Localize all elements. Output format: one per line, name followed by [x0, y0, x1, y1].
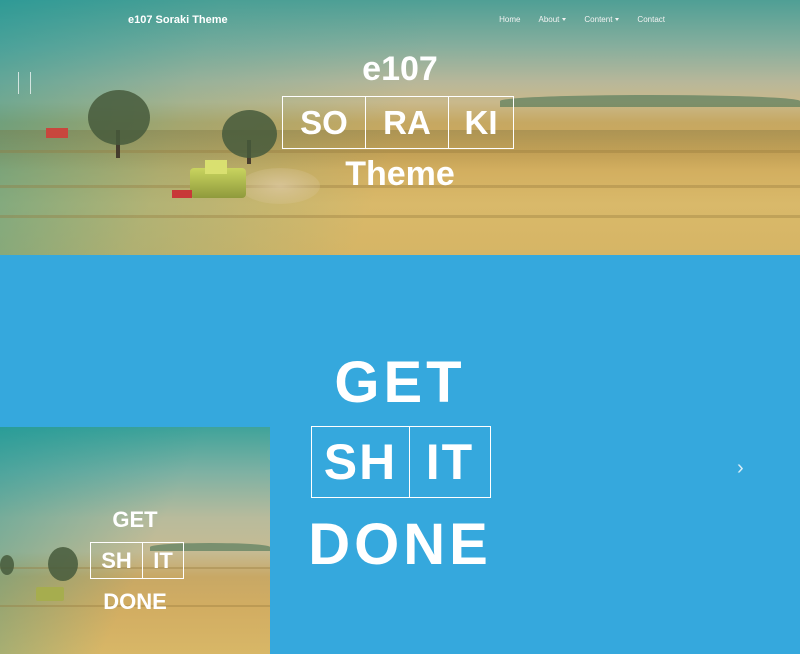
hero-box-1: SO [300, 103, 348, 141]
hero-title-bottom: Theme [345, 155, 455, 193]
thumbnail-box-2: IT [153, 547, 173, 573]
nav-item-label: Content [584, 15, 613, 24]
hero-red-trailer [46, 128, 68, 138]
slide-box-1: SH [312, 427, 410, 497]
thumbnail-line-3: DONE [103, 589, 167, 614]
hero-title-boxes: SO RA KI [282, 96, 514, 149]
caret-down-icon [562, 18, 567, 21]
nav-item-label: Home [499, 15, 521, 24]
slide-box-2: IT [425, 434, 475, 490]
hero-tree [222, 110, 277, 158]
thumbnail-tree [0, 555, 14, 575]
slide-line-3: DONE [308, 512, 492, 577]
slide-boxes: SH IT [311, 426, 491, 498]
nav-item-content[interactable]: Content [584, 15, 620, 24]
thumbnail-tree [48, 547, 78, 581]
thumbnail-box-1: SH [91, 543, 143, 578]
nav-item-label: About [538, 15, 560, 24]
top-navbar: e107 Soraki Theme Home About Content Con… [0, 0, 800, 40]
nav-item-about[interactable]: About [538, 15, 567, 24]
hero-banner: e107 Soraki Theme Home About Content Con… [0, 0, 800, 255]
caret-down-icon [615, 18, 620, 21]
chevron-right-icon[interactable]: › [737, 458, 744, 478]
slider-section: GET SH IT DONE › GET SH IT DONE [0, 255, 800, 654]
thumbnail-boxes: SH IT [90, 542, 184, 579]
nav-item-contact[interactable]: Contact [637, 15, 665, 24]
thumbnail-line-1: GET [112, 507, 158, 532]
hero-title-top: e107 [362, 50, 438, 88]
slide-line-1: GET [334, 350, 466, 415]
hero-field-stripe [0, 150, 800, 153]
hero-tree [88, 90, 150, 145]
nav-item-home[interactable]: Home [499, 15, 520, 24]
hero-box-3: KI [448, 97, 513, 148]
thumbnail-color-overlay [0, 427, 270, 654]
site-brand[interactable]: e107 Soraki Theme [128, 14, 228, 26]
main-nav: Home About Content Contact [499, 15, 665, 24]
hero-field-stripe [0, 215, 800, 218]
nav-item-label: Contact [637, 15, 665, 24]
hero-box-2: RA [365, 97, 448, 148]
slide-thumbnail-image[interactable]: GET SH IT DONE [0, 427, 270, 654]
hero-distant-hills [500, 95, 800, 107]
